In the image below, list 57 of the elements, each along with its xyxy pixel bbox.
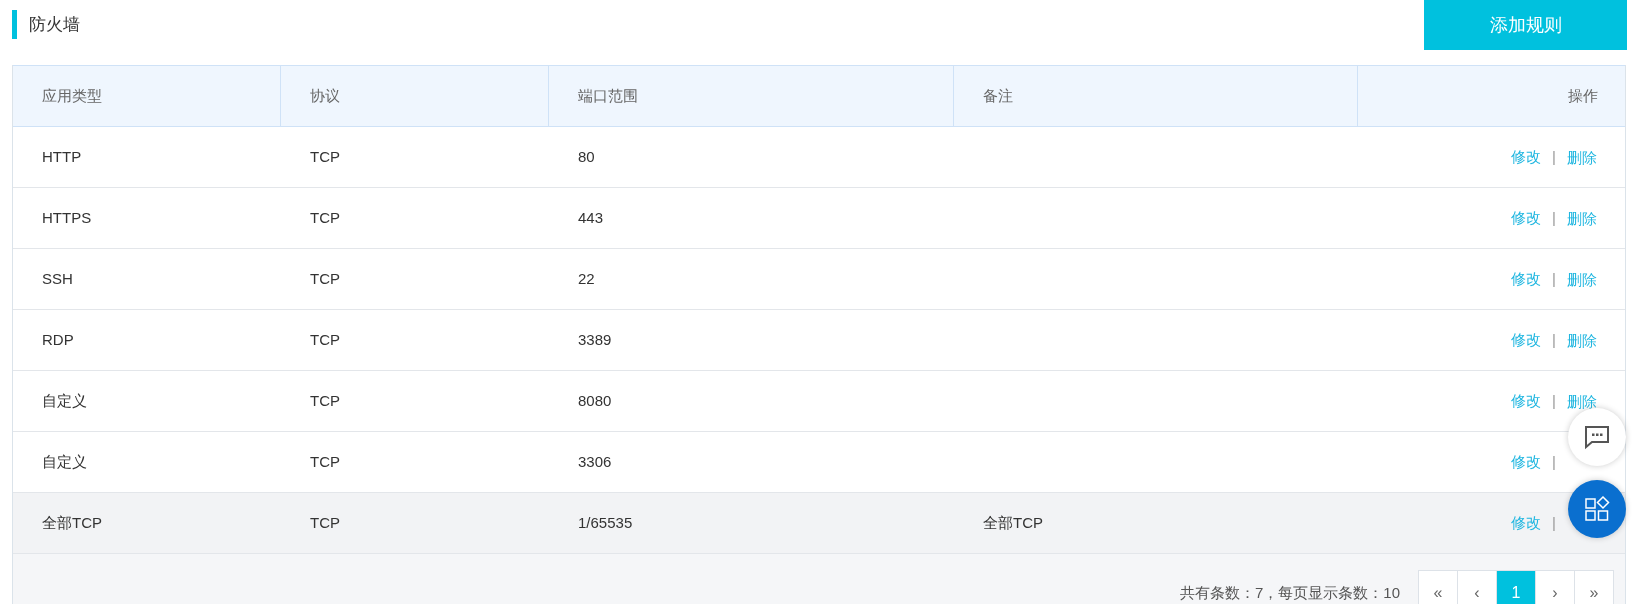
- table-cell-text: TCP: [310, 207, 340, 228]
- edit-link[interactable]: 修改: [1511, 267, 1542, 291]
- delete-link[interactable]: 删除: [1567, 148, 1597, 166]
- column-header: 操作: [1568, 85, 1598, 106]
- edit-link[interactable]: 修改: [1511, 145, 1542, 169]
- table-cell-text: HTTP: [42, 146, 82, 167]
- page-button[interactable]: ›: [1535, 570, 1575, 604]
- table-cell-text: TCP: [310, 268, 340, 289]
- delete-link[interactable]: 删除: [1567, 392, 1597, 410]
- delete-link[interactable]: 删除: [1567, 331, 1597, 349]
- table-cell-text: TCP: [310, 451, 340, 472]
- table-cell-text: 3306: [578, 451, 612, 472]
- table-cell-text: SSH: [42, 268, 73, 289]
- table-cell-text: TCP: [310, 329, 340, 350]
- separator: |: [1552, 329, 1556, 350]
- page-title: 防火墙: [29, 13, 80, 36]
- accent-bar: [12, 10, 17, 39]
- page-button[interactable]: «: [1418, 570, 1458, 604]
- edit-link[interactable]: 修改: [1511, 450, 1542, 474]
- separator: |: [1552, 268, 1556, 289]
- column-header: 备注: [983, 85, 1013, 106]
- pagination-summary: 共有条数：7，每页显示条数：10: [1179, 583, 1400, 603]
- column-header: 端口范围: [578, 85, 638, 106]
- page-button[interactable]: 1: [1496, 570, 1536, 604]
- edit-link[interactable]: 修改: [1511, 206, 1542, 230]
- page-button[interactable]: ‹: [1457, 570, 1497, 604]
- column-header: 协议: [310, 85, 340, 106]
- table-cell-text: 3389: [578, 329, 612, 350]
- table-cell-text: 自定义: [42, 390, 87, 411]
- table-cell-text: 1/65535: [578, 512, 633, 533]
- table-cell-text: 443: [578, 207, 604, 228]
- separator: |: [1552, 390, 1556, 411]
- edit-link[interactable]: 修改: [1511, 328, 1542, 352]
- table-cell-text: 8080: [578, 390, 612, 411]
- separator: |: [1552, 207, 1556, 228]
- table-cell-text: HTTPS: [42, 207, 92, 228]
- table-cell-text: TCP: [310, 146, 340, 167]
- table-cell-text: RDP: [42, 329, 74, 350]
- table-cell-text: 全部TCP: [983, 512, 1043, 533]
- delete-link[interactable]: 删除: [1567, 209, 1597, 227]
- table-cell-text: 22: [578, 268, 595, 289]
- table-cell-text: 全部TCP: [42, 512, 102, 533]
- page-button[interactable]: »: [1574, 570, 1614, 604]
- column-header: 应用类型: [42, 85, 102, 106]
- delete-link[interactable]: 删除: [1567, 270, 1597, 288]
- separator: |: [1552, 512, 1556, 533]
- separator: |: [1552, 451, 1556, 472]
- table-cell-text: TCP: [310, 512, 340, 533]
- apps-icon: [1584, 496, 1610, 522]
- table-cell-text: 自定义: [42, 451, 87, 472]
- chat-icon: [1584, 424, 1610, 450]
- table-cell-text: 80: [578, 146, 595, 167]
- add-rule-button[interactable]: 添加规则: [1424, 0, 1627, 50]
- edit-link[interactable]: 修改: [1511, 389, 1542, 413]
- edit-link[interactable]: 修改: [1511, 511, 1542, 535]
- separator: |: [1552, 146, 1556, 167]
- table-cell-text: TCP: [310, 390, 340, 411]
